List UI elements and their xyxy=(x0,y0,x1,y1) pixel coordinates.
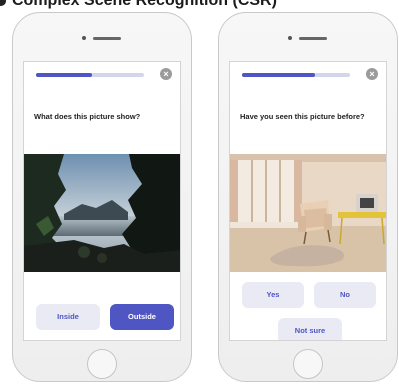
camera-icon xyxy=(288,36,292,40)
progress-fill xyxy=(242,73,316,77)
no-button[interactable]: No xyxy=(314,282,376,308)
phone-mockup-left: × What does this picture show? Inside Ou… xyxy=(12,12,192,382)
bullet-icon xyxy=(0,0,6,6)
coastal-landscape-photo xyxy=(24,154,180,272)
not-sure-button[interactable]: Not sure xyxy=(278,318,342,340)
speaker-icon xyxy=(93,37,121,40)
close-icon[interactable]: × xyxy=(160,68,172,80)
inside-button[interactable]: Inside xyxy=(36,304,100,330)
question-text: What does this picture show? xyxy=(34,112,141,121)
speaker-icon xyxy=(299,37,327,40)
home-button[interactable] xyxy=(293,349,323,379)
camera-icon xyxy=(82,36,86,40)
phone-screen-left: × What does this picture show? Inside Ou… xyxy=(23,61,181,341)
progress-bar xyxy=(36,73,144,77)
home-button[interactable] xyxy=(87,349,117,379)
page-title: Complex Scene Recognition (CSR) xyxy=(0,0,399,11)
phone-mockup-right: × Have you seen this picture before? Yes… xyxy=(218,12,398,382)
living-room-photo xyxy=(230,154,386,272)
close-icon[interactable]: × xyxy=(366,68,378,80)
outside-button[interactable]: Outside xyxy=(110,304,174,330)
page-title-text: Complex Scene Recognition (CSR) xyxy=(12,0,277,9)
progress-fill xyxy=(36,73,93,77)
yes-button[interactable]: Yes xyxy=(242,282,304,308)
progress-bar xyxy=(242,73,350,77)
phone-screen-right: × Have you seen this picture before? Yes… xyxy=(229,61,387,341)
question-text: Have you seen this picture before? xyxy=(240,112,365,121)
